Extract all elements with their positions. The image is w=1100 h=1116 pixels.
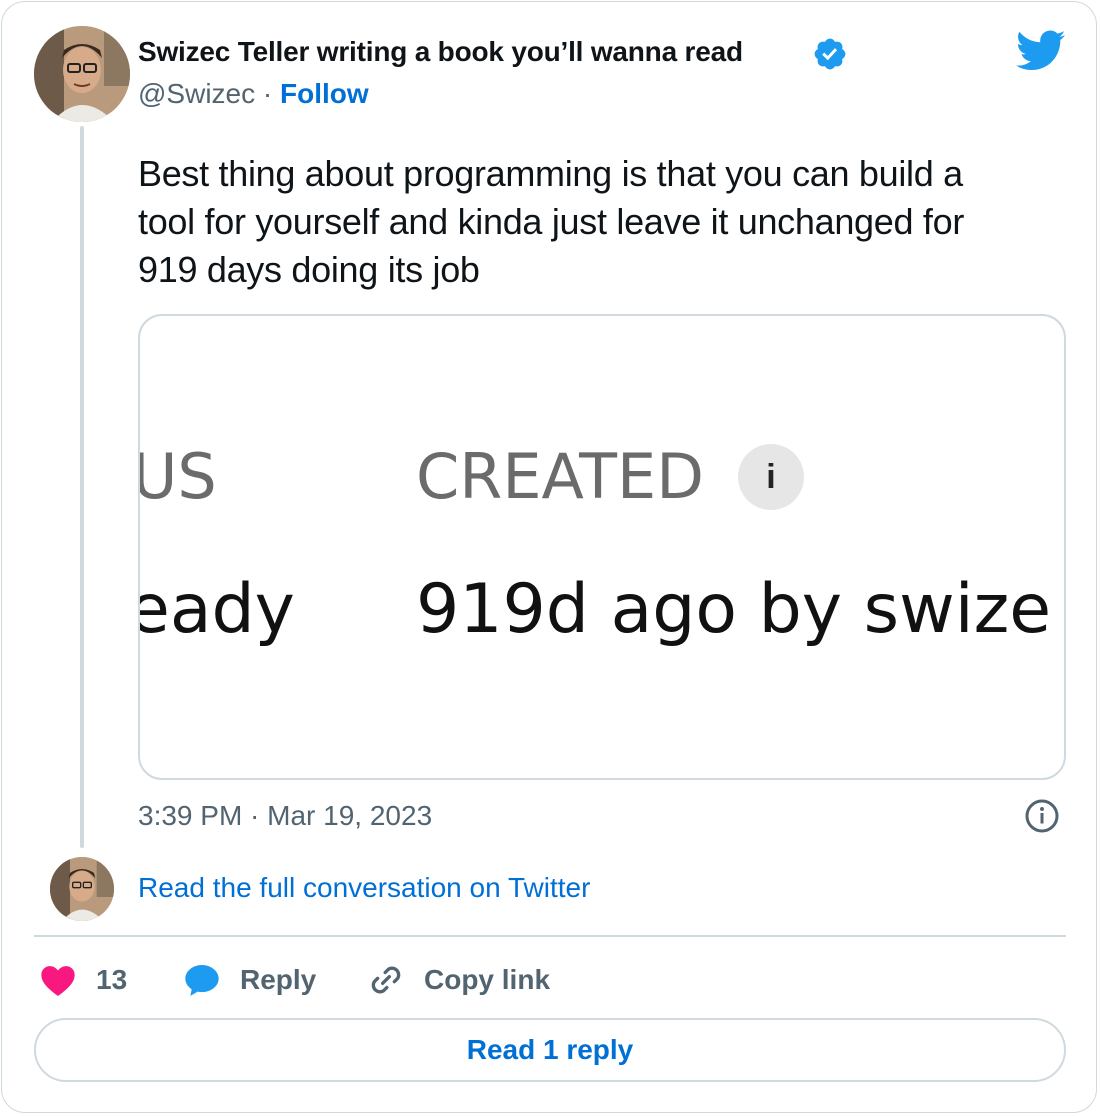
copy-link-button[interactable]: Copy link — [366, 958, 550, 1002]
verified-badge-icon — [814, 38, 846, 70]
handle-separator: · — [262, 78, 273, 109]
copy-link-label: Copy link — [424, 964, 551, 995]
media-info-icon: i — [738, 444, 804, 510]
tweet-text-line: Best thing about programming is that you… — [138, 153, 963, 194]
heart-icon — [41, 966, 75, 996]
follow-button[interactable]: Follow — [280, 78, 369, 109]
divider — [34, 935, 1066, 937]
like-count: 13 — [96, 964, 128, 995]
tweet-text-line: tool for yourself and kinda just leave i… — [138, 201, 965, 242]
read-replies-button[interactable]: Read 1 reply — [34, 1018, 1066, 1082]
twitter-bird-icon[interactable] — [1016, 30, 1066, 72]
info-icon[interactable] — [1024, 798, 1060, 834]
media-created-header: CREATED — [416, 440, 704, 513]
like-button[interactable]: 13 — [38, 958, 127, 1002]
tweet-text-line: 919 days doing its job — [138, 249, 480, 290]
author-name[interactable]: Swizec Teller writing a book you’ll wann… — [138, 36, 743, 68]
handle-row: @Swizec · Follow — [138, 78, 369, 110]
link-icon — [371, 966, 401, 994]
reply-label: Reply — [240, 964, 317, 995]
tweet-text: Best thing about programming is that you… — [138, 150, 1078, 294]
media-status-value: eady — [138, 570, 295, 649]
media-status-header: US — [138, 440, 217, 513]
read-conversation-link[interactable]: Read the full conversation on Twitter — [138, 872, 590, 904]
reply-bubble-icon — [185, 965, 219, 996]
thread-line — [80, 126, 84, 848]
author-handle[interactable]: @Swizec — [138, 78, 255, 109]
conversation-avatar[interactable] — [50, 857, 114, 921]
media-created-value: 919d ago by swize — [416, 570, 1052, 649]
reply-button[interactable]: Reply — [182, 958, 316, 1002]
tweet-timestamp[interactable]: 3:39 PM · Mar 19, 2023 — [138, 800, 432, 832]
author-avatar[interactable] — [34, 26, 130, 122]
tweet-media-image[interactable]: US CREATED i eady 919d ago by swize — [138, 314, 1066, 780]
